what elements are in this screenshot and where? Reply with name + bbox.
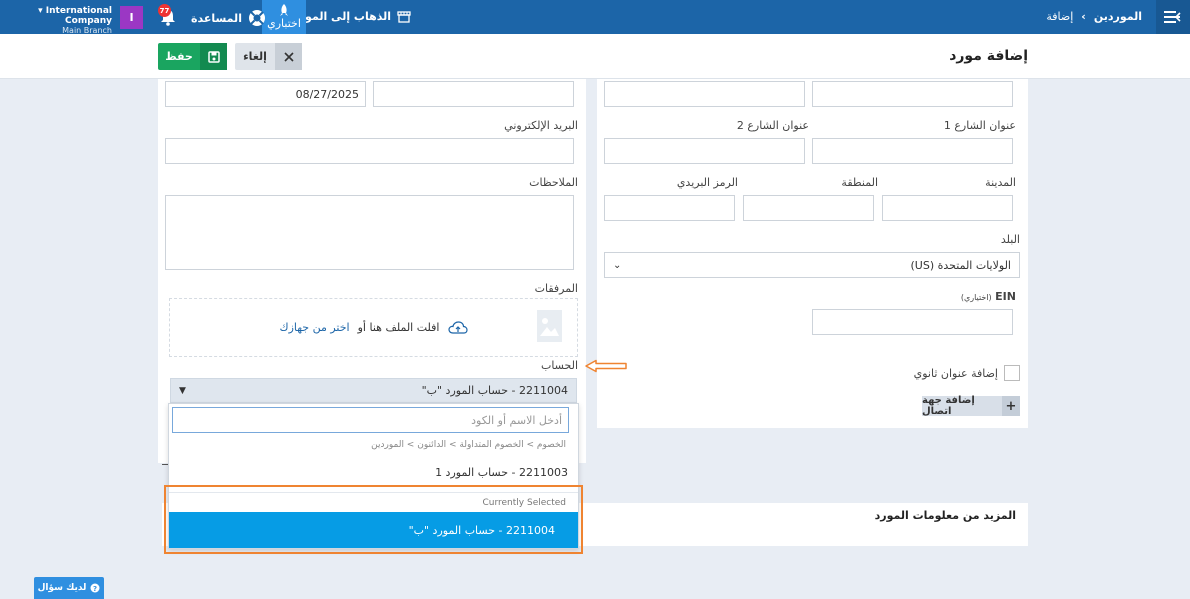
menu-icon: [1164, 11, 1181, 23]
breadcrumb: الموردين › إضافة: [1046, 10, 1142, 23]
help-link[interactable]: المساعدة: [191, 9, 266, 27]
search-placeholder: أدخل الاسم أو الكود: [471, 413, 562, 427]
account-path: الخصوم > الخصوم المتداولة > الدائنون > ا…: [371, 440, 566, 450]
rocket-icon: [280, 4, 288, 16]
region-field[interactable]: [743, 195, 874, 221]
breadcrumb-parent[interactable]: الموردين: [1094, 10, 1142, 23]
store-icon: [397, 10, 411, 23]
trial-button[interactable]: اختباري: [262, 0, 306, 34]
name-field[interactable]: [812, 81, 1013, 107]
arrow-left-icon: [585, 359, 627, 373]
account-search-input[interactable]: أدخل الاسم أو الكود: [172, 407, 569, 433]
goto-site-link[interactable]: الذهاب إلى الموقع: [290, 10, 411, 23]
cancel-button[interactable]: إلغاء: [235, 43, 302, 70]
email-label: البريد الإلكتروني: [504, 119, 578, 132]
phone-field[interactable]: [373, 81, 574, 107]
page-title: إضافة مورد: [949, 48, 1028, 64]
highlight-box: [164, 485, 583, 554]
cancel-label: إلغاء: [243, 50, 267, 63]
ask-question-button[interactable]: لديك سؤال ?: [34, 577, 104, 599]
chevron-down-icon: ▾: [38, 6, 46, 16]
account-label: الحساب: [540, 359, 578, 372]
city-field[interactable]: [882, 195, 1013, 221]
file-drop-zone[interactable]: اختر من جهازك افلت الملف هنا أو: [169, 298, 578, 357]
street2-label: عنوان الشارع 2: [736, 119, 809, 132]
ein-label: EIN: [995, 290, 1016, 303]
country-value: الولايات المتحدة (US): [910, 258, 1012, 272]
close-icon: [275, 43, 302, 70]
company-name: International Company: [45, 6, 112, 26]
trial-label: اختباري: [267, 17, 301, 30]
user-avatar[interactable]: I: [120, 6, 143, 29]
city-label: المدينة: [985, 176, 1016, 189]
attachments-label: المرفقات: [534, 282, 578, 295]
account-select[interactable]: ▼ 2211004 - حساب المورد "ب": [170, 378, 577, 403]
country-select[interactable]: ⌄ الولايات المتحدة (US): [604, 252, 1020, 278]
drop-text: افلت الملف هنا أو: [357, 321, 440, 334]
account-selected-value: 2211004 - حساب المورد "ب": [421, 384, 568, 397]
postal-label: الرمز البريدي: [676, 176, 738, 189]
svg-text:?: ?: [93, 585, 97, 593]
street1-field[interactable]: [812, 138, 1013, 164]
lifebuoy-icon: [248, 10, 265, 26]
postal-field[interactable]: [604, 195, 735, 221]
secondary-address-checkbox[interactable]: [1004, 365, 1020, 381]
plus-icon: +: [1002, 396, 1020, 416]
add-contact-label: إضافة جهة اتصال: [922, 395, 975, 417]
add-contact-button[interactable]: إضافة جهة اتصال +: [922, 395, 1020, 417]
question-icon: ?: [90, 583, 100, 593]
chevron-down-icon: ⌄: [613, 259, 622, 271]
help-label: المساعدة: [191, 11, 242, 25]
code-field[interactable]: [604, 81, 805, 107]
menu-toggle-button[interactable]: [1156, 0, 1190, 34]
upload-cloud-icon: [447, 320, 468, 334]
company-switcher[interactable]: ▾ International Company Main Branch: [4, 6, 112, 35]
ein-field[interactable]: [812, 309, 1013, 335]
secondary-address-label: إضافة عنوان ثانوي: [913, 367, 998, 380]
image-placeholder-icon: [537, 310, 562, 342]
notes-textarea[interactable]: [165, 195, 574, 270]
date-field[interactable]: 08/27/2025: [165, 81, 366, 107]
save-button[interactable]: حفظ: [158, 43, 227, 70]
country-label: البلد: [1000, 233, 1020, 246]
ein-label-group: (اختياري) EIN: [961, 290, 1016, 303]
street2-field[interactable]: [604, 138, 805, 164]
breadcrumb-separator: ›: [1081, 10, 1086, 23]
choose-file-link[interactable]: اختر من جهازك: [280, 321, 350, 334]
ein-optional: (اختياري): [960, 293, 992, 302]
breadcrumb-current: إضافة: [1046, 10, 1074, 23]
email-field[interactable]: [165, 138, 574, 164]
notes-label: الملاحظات: [529, 176, 578, 189]
more-info-title: المزيد من معلومات المورد: [874, 509, 1016, 522]
street1-label: عنوان الشارع 1: [943, 119, 1016, 132]
top-bar: الموردين › إضافة الذهاب إلى الموقع اختبا…: [0, 0, 1190, 35]
page-header: إضافة مورد حفظ إلغاء: [0, 34, 1190, 79]
floppy-icon: [200, 43, 227, 70]
notification-count-badge: 77: [158, 4, 171, 17]
account-option[interactable]: 2211003 - حساب المورد 1: [435, 466, 568, 479]
region-label: المنطقة: [841, 176, 878, 189]
date-value: 08/27/2025: [295, 87, 359, 101]
caret-down-icon: ▼: [179, 385, 186, 396]
ask-label: لديك سؤال: [37, 583, 87, 593]
save-label: حفظ: [165, 50, 193, 63]
